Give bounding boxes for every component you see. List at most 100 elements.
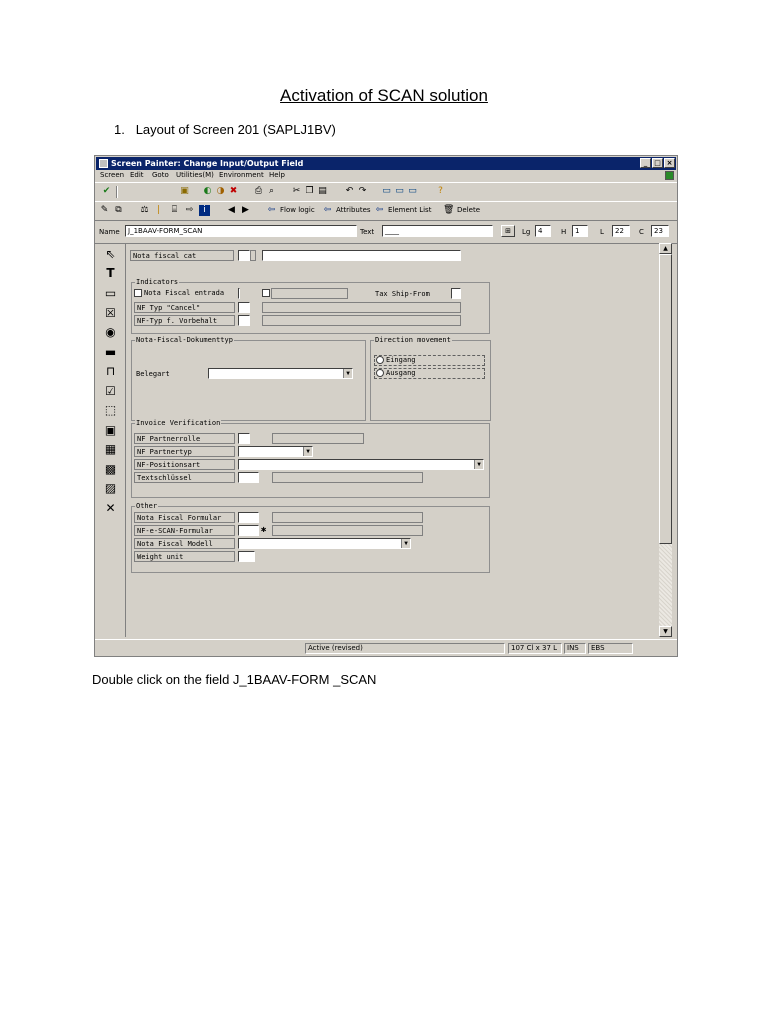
nf-partnertyp-dropdown[interactable]: ▼: [238, 446, 313, 457]
redo-icon[interactable]: ↷: [357, 186, 368, 197]
cut-icon[interactable]: ✂: [291, 186, 302, 197]
menu-utilities[interactable]: Utilities(M): [176, 170, 214, 181]
layout-icon[interactable]: ▭: [394, 186, 405, 197]
element-list-button[interactable]: Element List: [388, 205, 431, 216]
nota-fiscal-formular-input[interactable]: [238, 512, 259, 523]
chevron-down-icon: ▼: [474, 460, 483, 469]
tabstrip-wizard-icon[interactable]: ☑: [103, 384, 118, 398]
other-object-icon[interactable]: ⧉: [113, 205, 124, 216]
window-icon[interactable]: ▭: [381, 186, 392, 197]
nf-typ-vorbehalt-input[interactable]: [238, 315, 250, 326]
copy-icon[interactable]: ❐: [304, 186, 315, 197]
flow-logic-button[interactable]: Flow logic: [280, 205, 315, 216]
text-field-tool-icon[interactable]: T: [103, 266, 118, 280]
attributes-button[interactable]: Attributes: [336, 205, 371, 216]
tax-ship-from-checkbox[interactable]: [451, 288, 461, 299]
nota-fiscal-cat-shade: [250, 250, 256, 261]
cancel-icon[interactable]: ✖: [228, 186, 239, 197]
restore-button[interactable]: □: [652, 158, 663, 168]
pointer-tool-icon[interactable]: ⇖: [103, 247, 118, 261]
h-field[interactable]: 1: [572, 225, 588, 237]
eingang-radio[interactable]: Eingang: [374, 355, 485, 366]
info-icon[interactable]: i: [199, 205, 210, 216]
weight-unit-input[interactable]: [238, 551, 255, 562]
toolbar-separator: [116, 186, 118, 198]
flow-logic-icon[interactable]: ⇦: [266, 205, 277, 216]
paste-icon[interactable]: ▤: [317, 186, 328, 197]
menu-help[interactable]: Help: [269, 170, 285, 181]
nota-fiscal-cat-text-field[interactable]: [262, 250, 461, 261]
custom-control-tool-icon[interactable]: ▨: [103, 481, 118, 495]
element-list-icon[interactable]: ⇦: [374, 205, 385, 216]
close-button[interactable]: ×: [664, 158, 675, 168]
exit-icon[interactable]: ◑: [215, 186, 226, 197]
window-app-icon: [99, 159, 108, 168]
subscreen-tool-icon[interactable]: ▣: [103, 423, 118, 437]
enter-check-icon[interactable]: ✔: [101, 186, 112, 197]
vertical-scrollbar[interactable]: ▲ ▼: [659, 243, 672, 637]
insert-mode: INS: [564, 643, 586, 654]
menu-screen[interactable]: Screen: [100, 170, 124, 181]
dictionary-button[interactable]: ⊞: [501, 225, 515, 237]
back-icon[interactable]: ◐: [202, 186, 213, 197]
nf-e-scan-formular-input[interactable]: [238, 525, 259, 536]
system-name: EBS: [588, 643, 633, 654]
delete-button[interactable]: Delete: [457, 205, 480, 216]
tabstrip-tool-icon[interactable]: ⊓: [103, 364, 118, 378]
name-field[interactable]: J_1BAAV-FORM_SCAN: [125, 225, 357, 237]
nf-typ-cancel-input[interactable]: [238, 302, 250, 313]
text-field[interactable]: ____: [382, 225, 493, 237]
options-icon[interactable]: ▭: [407, 186, 418, 197]
save-icon[interactable]: ▣: [179, 186, 190, 197]
nota-fiscal-entrada-checkbox[interactable]: Nota Fiscal entrada: [134, 288, 224, 298]
minimize-button[interactable]: _: [640, 158, 651, 168]
checkbox-icon: [134, 289, 142, 297]
nota-fiscal-cat-input[interactable]: [238, 250, 250, 261]
menu-edit[interactable]: Edit: [130, 170, 144, 181]
display-change-icon[interactable]: ✎: [99, 205, 110, 216]
table-wizard-icon[interactable]: ▩: [103, 462, 118, 476]
scroll-up-icon[interactable]: ▲: [659, 243, 672, 254]
nf-partnerrolle-input[interactable]: [238, 433, 250, 444]
checkbox-tool-icon[interactable]: ☒: [103, 306, 118, 320]
test-icon[interactable]: ⇨: [184, 205, 195, 216]
h-label: H: [561, 228, 567, 236]
menu-goto[interactable]: Goto: [152, 170, 169, 181]
previous-icon[interactable]: ◀: [226, 205, 237, 216]
belegart-label: Belegart: [136, 370, 170, 378]
undo-icon[interactable]: ↶: [344, 186, 355, 197]
direction-frame[interactable]: Direction movement: [370, 336, 491, 421]
scroll-thumb[interactable]: [659, 254, 672, 544]
radio-button-tool-icon[interactable]: ◉: [103, 325, 118, 339]
search-help-icon[interactable]: ✱: [261, 525, 266, 535]
help-icon[interactable]: ?: [435, 186, 446, 197]
check-icon[interactable]: ⚖: [139, 205, 150, 216]
activate-icon[interactable]: ❘: [153, 205, 164, 216]
menu-environment[interactable]: Environment: [219, 170, 264, 181]
nota-fiscal-modell-dropdown[interactable]: ▼: [238, 538, 411, 549]
c-field[interactable]: 23: [651, 225, 669, 237]
delete-icon[interactable]: 🗑: [443, 205, 454, 216]
l-label: L: [600, 228, 604, 236]
print-icon[interactable]: ⎙: [253, 186, 264, 197]
belegart-dropdown[interactable]: ▼: [208, 368, 353, 379]
where-used-icon[interactable]: ⌸: [169, 205, 180, 216]
table-control-tool-icon[interactable]: ▦: [103, 442, 118, 456]
l-field[interactable]: 22: [612, 225, 630, 237]
document-title: Activation of SCAN solution: [280, 86, 488, 105]
box-tool-icon[interactable]: ⬚: [103, 403, 118, 417]
nf-positionsart-dropdown[interactable]: ▼: [238, 459, 484, 470]
weight-unit-label: Weight unit: [134, 551, 235, 562]
attributes-icon[interactable]: ⇦: [322, 205, 333, 216]
screen-painter-window: Screen Painter: Change Input/Output Fiel…: [94, 155, 678, 657]
dokumenttyp-frame[interactable]: Nota-Fiscal-Dokumenttyp: [131, 336, 366, 421]
next-icon[interactable]: ▶: [240, 205, 251, 216]
pushbutton-tool-icon[interactable]: ▬: [103, 345, 118, 359]
find-icon[interactable]: ⌕: [266, 186, 277, 197]
textschluessel-input[interactable]: [238, 472, 259, 483]
lg-field[interactable]: 4: [535, 225, 551, 237]
status-icon-tool-icon[interactable]: ✕: [103, 501, 118, 515]
input-field-tool-icon[interactable]: ▭: [103, 286, 118, 300]
ausgang-radio[interactable]: Ausgang: [374, 368, 485, 379]
scroll-down-icon[interactable]: ▼: [659, 626, 672, 637]
